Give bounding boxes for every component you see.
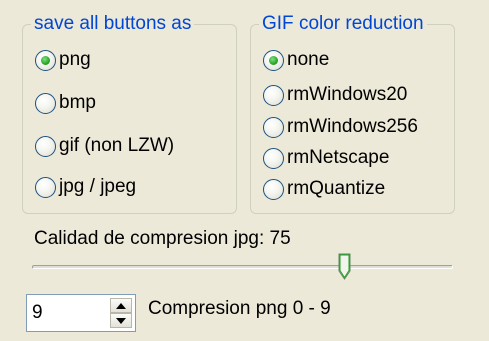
radio-button-icon[interactable]	[263, 84, 284, 106]
radio-button-icon[interactable]	[263, 178, 284, 200]
radio-label: rmNetscape	[287, 147, 390, 168]
radio-save-jpg[interactable]: jpg / jpeg	[35, 174, 136, 200]
spin-down-button[interactable]	[110, 313, 132, 328]
gif-color-reduction-group-title: GIF color reduction	[259, 13, 427, 35]
spin-up-button[interactable]	[110, 298, 132, 313]
save-format-group: save all buttons as png bmp gif (non LZW…	[22, 13, 237, 214]
radio-label: bmp	[59, 92, 96, 113]
gif-color-reduction-group: GIF color reduction none rmWindows20 rmW…	[250, 13, 455, 214]
jpg-quality-label: Calidad de compresion jpg: 75	[34, 228, 291, 249]
radio-button-icon[interactable]	[263, 116, 284, 138]
triangle-down-icon	[116, 317, 126, 324]
radio-button-icon[interactable]	[35, 92, 56, 114]
radio-save-png[interactable]: png	[35, 47, 91, 73]
radio-button-icon[interactable]	[35, 135, 56, 157]
radio-button-icon[interactable]	[263, 49, 284, 71]
radio-label: png	[59, 49, 91, 70]
radio-label: rmWindows20	[287, 84, 408, 105]
radio-gif-none[interactable]: none	[263, 47, 329, 73]
png-compression-label: Compresion png 0 - 9	[148, 298, 331, 319]
radio-label: none	[287, 49, 330, 70]
spin-buttons	[110, 298, 132, 328]
radio-button-icon[interactable]	[263, 147, 284, 169]
radio-gif-rmquantize[interactable]: rmQuantize	[263, 176, 385, 202]
jpg-quality-slider-thumb[interactable]	[338, 253, 351, 280]
radio-gif-rmwindows256[interactable]: rmWindows256	[263, 114, 418, 140]
radio-button-icon[interactable]	[35, 49, 56, 71]
radio-label: jpg / jpeg	[59, 176, 137, 197]
radio-save-bmp[interactable]: bmp	[35, 90, 96, 116]
save-format-group-title: save all buttons as	[31, 13, 195, 35]
radio-label: rmWindows256	[287, 116, 418, 137]
png-compression-value[interactable]: 9	[32, 302, 43, 324]
radio-gif-rmnetscape[interactable]: rmNetscape	[263, 145, 389, 171]
radio-label: gif (non LZW)	[59, 135, 175, 156]
png-compression-spinner[interactable]: 9	[26, 294, 136, 332]
radio-button-icon[interactable]	[35, 176, 56, 198]
radio-gif-rmwindows20[interactable]: rmWindows20	[263, 82, 407, 108]
radio-save-gif[interactable]: gif (non LZW)	[35, 133, 174, 159]
jpg-quality-slider-track[interactable]	[32, 265, 453, 269]
triangle-up-icon	[116, 302, 126, 309]
radio-label: rmQuantize	[287, 178, 386, 199]
